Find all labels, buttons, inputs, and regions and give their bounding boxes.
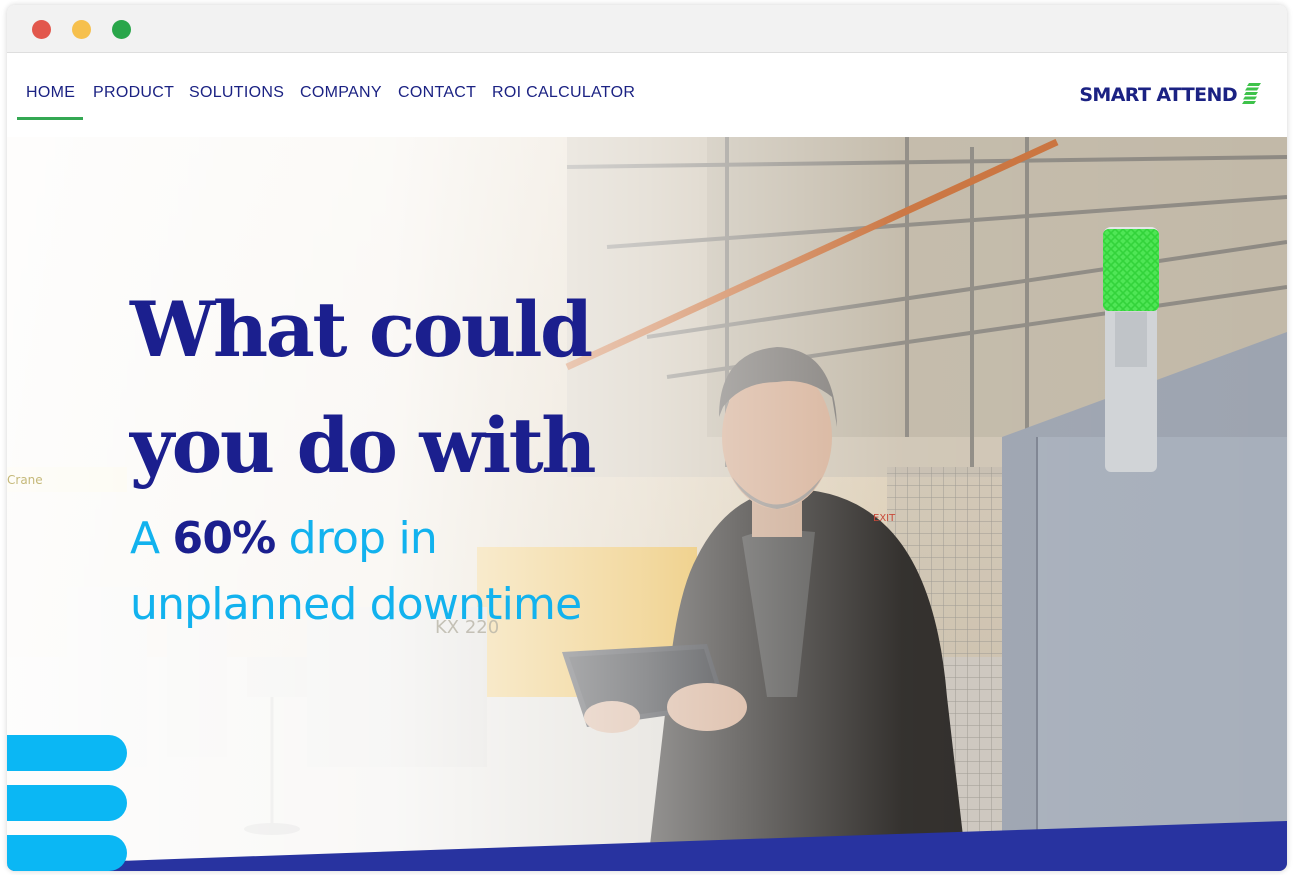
nav-solutions-link[interactable]: SOLUTIONS <box>189 84 284 102</box>
downtime-percent: 60% <box>172 513 277 564</box>
window-titlebar <box>7 5 1287 53</box>
crane-sign: Crane <box>7 473 43 487</box>
headline-line-1: What could <box>130 285 593 374</box>
nav-company-link[interactable]: COMPANY <box>300 84 382 102</box>
minimize-window-button[interactable] <box>72 20 91 39</box>
subline-line-2: unplanned downtime <box>130 579 582 630</box>
logo-stripes-icon <box>1242 83 1261 104</box>
nav-home-link[interactable]: HOME <box>26 84 75 102</box>
active-nav-underline <box>17 117 83 120</box>
hero-section: KX 220 EXIT Crane What could you do with… <box>7 137 1287 871</box>
smart-attend-logo[interactable]: SMART ATTEND <box>1079 83 1263 107</box>
headline-line-2: you do with <box>130 401 597 490</box>
hero-headline: What could you do with <box>130 272 597 504</box>
site-navbar: HOME PRODUCT SOLUTIONS COMPANY CONTACT R… <box>7 53 1287 137</box>
maximize-window-button[interactable] <box>112 20 131 39</box>
subline-prefix: A <box>130 513 173 564</box>
factory-photo: KX 220 EXIT Crane <box>7 137 1287 871</box>
subline-suffix: drop in <box>275 513 438 564</box>
nav-contact-link[interactable]: CONTACT <box>398 84 476 102</box>
close-window-button[interactable] <box>32 20 51 39</box>
exit-sign: EXIT <box>873 513 896 524</box>
nav-roi-calculator-link[interactable]: ROI CALCULATOR <box>492 84 635 102</box>
nav-product-link[interactable]: PRODUCT <box>93 84 174 102</box>
logo-wordmark: SMART ATTEND <box>1079 84 1237 106</box>
browser-window: HOME PRODUCT SOLUTIONS COMPANY CONTACT R… <box>7 5 1287 871</box>
hero-subline: A 60% drop in unplanned downtime <box>130 506 582 638</box>
